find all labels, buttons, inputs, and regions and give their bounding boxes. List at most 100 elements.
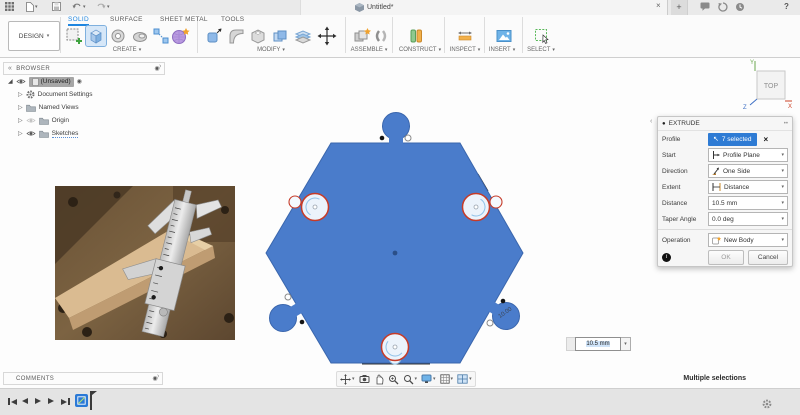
undo-dropdown-arrow-icon[interactable]: ▾ bbox=[83, 4, 86, 10]
revolve-icon[interactable] bbox=[108, 26, 128, 46]
extent-dropdown[interactable]: Distance ▾ bbox=[708, 180, 788, 194]
file-icon[interactable]: ▾ bbox=[26, 2, 38, 12]
comments-panel-header[interactable]: COMMENTS ◉ bbox=[3, 372, 163, 385]
group-inspect[interactable]: INSPECT▾ bbox=[444, 47, 486, 53]
info-icon[interactable]: i bbox=[662, 253, 671, 262]
close-tab-icon[interactable]: × bbox=[656, 1, 661, 10]
cancel-button[interactable]: Cancel bbox=[748, 250, 788, 265]
comment-bubble-icon[interactable] bbox=[700, 2, 710, 11]
sketch-point[interactable] bbox=[405, 135, 411, 141]
design-workspace-selector[interactable]: DESIGN▾ bbox=[8, 21, 60, 51]
eye-visible-icon[interactable] bbox=[26, 130, 36, 137]
offset-faces-icon[interactable] bbox=[293, 26, 313, 46]
zoom-tool-icon[interactable]: ▾ bbox=[403, 374, 418, 385]
profile-selection-chip[interactable]: ↖ 7 selected bbox=[708, 133, 757, 146]
dialog-pin-icon[interactable]: •• bbox=[784, 121, 788, 127]
browser-root-row[interactable]: ◢ (Unsaved) ◉ bbox=[8, 76, 82, 87]
eye-visible-icon[interactable] bbox=[16, 78, 26, 85]
timeline-sketch-feature[interactable] bbox=[75, 394, 88, 407]
create-sketch-icon[interactable] bbox=[64, 26, 84, 46]
group-select[interactable]: SELECT▾ bbox=[520, 47, 562, 53]
sketch-point-selected[interactable] bbox=[300, 320, 305, 325]
component-filter-icon[interactable]: ◢ bbox=[8, 78, 13, 85]
browser-item-origin[interactable]: ▷ Origin bbox=[18, 115, 69, 126]
sketch-point-selected[interactable] bbox=[380, 136, 385, 141]
extrude-dialog-header[interactable]: ● EXTRUDE •• bbox=[658, 117, 792, 131]
tab-surface[interactable]: SURFACE bbox=[110, 16, 143, 23]
browser-item-sketches[interactable]: ▷ Sketches bbox=[18, 128, 78, 139]
timeline-go-to-end-button[interactable] bbox=[61, 398, 70, 405]
group-modify[interactable]: MODIFY▾ bbox=[204, 47, 338, 53]
sketch-point[interactable] bbox=[487, 320, 493, 326]
viewports-icon[interactable]: ▾ bbox=[457, 374, 472, 384]
document-tab-title[interactable]: Untitled* bbox=[355, 3, 393, 12]
grid-layout-icon[interactable]: ▾ bbox=[440, 374, 454, 384]
construct-plane-icon[interactable] bbox=[406, 26, 426, 46]
pan-tool-icon[interactable] bbox=[374, 374, 384, 385]
timeline-step-back-button[interactable] bbox=[22, 398, 28, 404]
distance-input[interactable]: 10.5 mm ▾ bbox=[708, 196, 788, 210]
distance-value-field[interactable]: 10.5 mm bbox=[575, 337, 621, 351]
clear-selection-icon[interactable]: × bbox=[764, 135, 769, 144]
canvas-distance-input[interactable]: 10.5 mm ▾ bbox=[566, 337, 631, 351]
new-component-icon[interactable] bbox=[352, 26, 372, 46]
eye-hidden-icon[interactable] bbox=[26, 117, 36, 124]
operation-dropdown[interactable]: New Body ▾ bbox=[708, 233, 788, 247]
expand-icon[interactable]: ▷ bbox=[18, 117, 23, 124]
sketch-point[interactable] bbox=[285, 294, 291, 300]
expand-icon[interactable]: ▷ bbox=[18, 130, 23, 137]
direction-dropdown[interactable]: One Side ▾ bbox=[708, 164, 788, 178]
file-dropdown-arrow-icon[interactable]: ▾ bbox=[35, 4, 38, 10]
group-create[interactable]: CREATE▾ bbox=[64, 47, 190, 53]
expand-icon[interactable]: ▷ bbox=[18, 104, 23, 111]
tab-tools[interactable]: TOOLS bbox=[221, 16, 244, 23]
video-overlay[interactable] bbox=[55, 186, 235, 340]
display-settings-icon[interactable]: ▾ bbox=[421, 374, 436, 384]
group-construct[interactable]: CONSTRUCT▾ bbox=[392, 47, 448, 53]
joint-icon[interactable] bbox=[371, 26, 391, 46]
timeline-step-forward-button[interactable] bbox=[48, 398, 54, 404]
insert-image-icon[interactable] bbox=[494, 26, 514, 46]
start-dropdown[interactable]: Profile Plane ▾ bbox=[708, 148, 788, 162]
pattern-points-icon[interactable] bbox=[151, 26, 171, 46]
view-cube[interactable]: TOP Y X Z bbox=[740, 56, 796, 110]
tab-sheet-metal[interactable]: SHEET METAL bbox=[160, 16, 208, 23]
sketch-hexagon-profile[interactable]: 10.00 bbox=[266, 113, 523, 365]
undo-icon[interactable]: ▾ bbox=[72, 2, 86, 11]
move-copy-icon[interactable] bbox=[317, 26, 337, 46]
browser-collapse-icon[interactable]: « bbox=[8, 65, 12, 72]
root-component-chip[interactable]: (Unsaved) bbox=[29, 77, 74, 87]
ok-button[interactable]: OK bbox=[708, 250, 744, 265]
view-cube-top-face[interactable]: TOP bbox=[764, 83, 779, 90]
timeline-settings-gear-icon[interactable] bbox=[762, 396, 772, 414]
fillet-icon[interactable] bbox=[226, 26, 246, 46]
extrude-icon[interactable] bbox=[86, 26, 106, 46]
save-icon[interactable] bbox=[52, 2, 61, 11]
look-at-tool-icon[interactable] bbox=[359, 374, 370, 384]
taper-angle-input[interactable]: 0.0 deg ▾ bbox=[708, 212, 788, 226]
timeline-play-button[interactable] bbox=[35, 398, 41, 404]
select-tool-icon[interactable] bbox=[532, 26, 552, 46]
help-icon[interactable]: ? bbox=[784, 2, 789, 11]
combine-icon[interactable] bbox=[270, 26, 290, 46]
shell-icon[interactable] bbox=[248, 26, 268, 46]
comments-expand-chevron-icon[interactable]: › bbox=[157, 373, 159, 380]
tab-solid[interactable]: SOLID bbox=[68, 16, 89, 26]
orbit-tool-icon[interactable]: ▾ bbox=[340, 374, 355, 385]
create-form-icon[interactable] bbox=[170, 26, 190, 46]
sketch-point-selected[interactable] bbox=[501, 299, 506, 304]
zoom-window-tool-icon[interactable] bbox=[388, 374, 399, 385]
expand-icon[interactable]: ▷ bbox=[18, 91, 23, 98]
group-insert[interactable]: INSERT▾ bbox=[482, 47, 522, 53]
app-grid-icon[interactable] bbox=[5, 2, 14, 11]
redo-dropdown-arrow-icon[interactable]: ▾ bbox=[107, 4, 110, 10]
new-tab-icon[interactable]: + bbox=[671, 0, 688, 15]
redo-icon[interactable]: ▾ bbox=[96, 2, 110, 11]
activate-radio-icon[interactable]: ◉ bbox=[77, 78, 82, 85]
sweep-icon[interactable] bbox=[130, 26, 150, 46]
timeline-go-to-start-button[interactable] bbox=[8, 398, 17, 405]
browser-expand-chevron-icon[interactable]: › bbox=[159, 63, 161, 70]
browser-panel-header[interactable]: « BROWSER ◉ bbox=[3, 62, 165, 75]
press-pull-icon[interactable] bbox=[204, 26, 224, 46]
distance-field-dropdown[interactable]: ▾ bbox=[621, 337, 631, 351]
